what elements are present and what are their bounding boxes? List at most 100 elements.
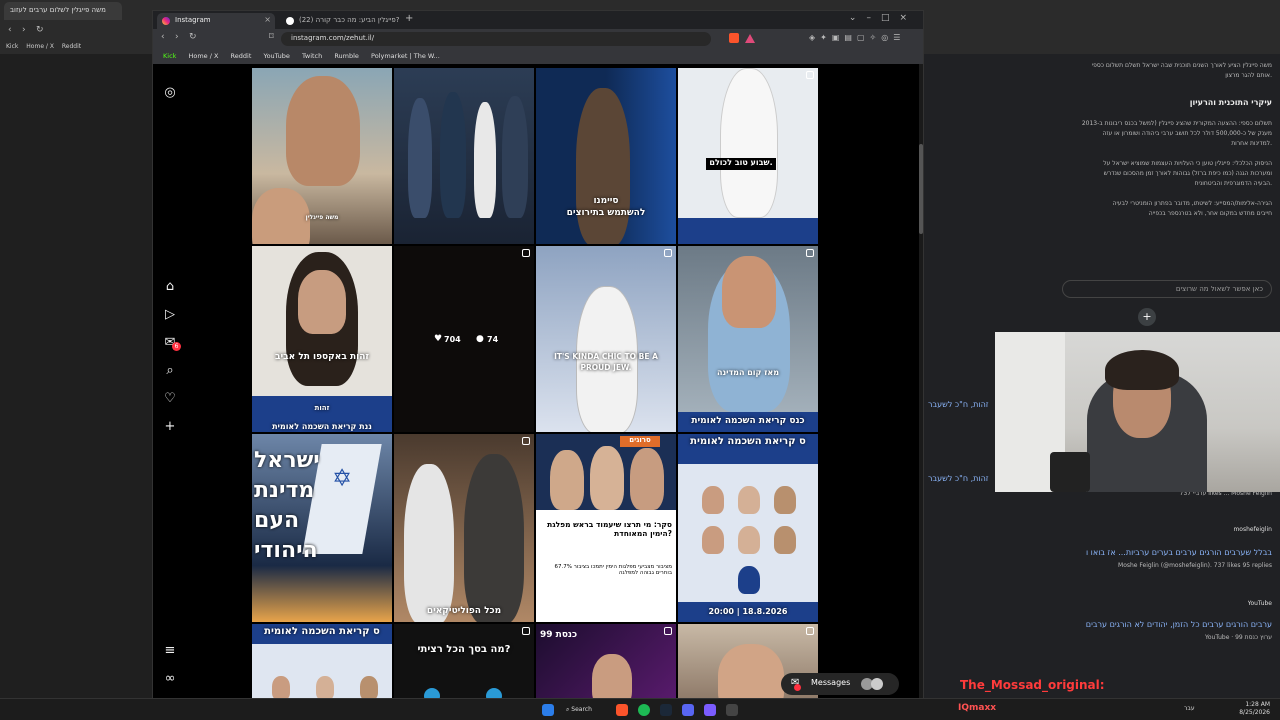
speaker-photo bbox=[702, 486, 724, 514]
reel-icon bbox=[664, 627, 672, 635]
new-tab-icon[interactable]: + bbox=[405, 13, 413, 24]
meta-icon[interactable]: ∞ bbox=[163, 672, 177, 686]
post-person bbox=[718, 644, 784, 698]
window-controls[interactable]: ⌄–□× bbox=[849, 13, 917, 23]
post-tile[interactable]: שבוע טוב לכולם. bbox=[677, 67, 819, 245]
post-tile[interactable]: מה בסך הכל רציתי? bbox=[393, 623, 535, 698]
speaker-photo bbox=[316, 676, 334, 698]
comments-count: 74 bbox=[487, 335, 499, 344]
post-caption: IT'S KINDA CHIC TO BE A bbox=[554, 352, 658, 361]
speaker-photo bbox=[774, 486, 796, 514]
tab-instagram[interactable]: Instagram × bbox=[157, 13, 275, 29]
bookmark-reddit[interactable]: Reddit bbox=[62, 43, 81, 50]
result-snippet: YouTube · ערוץ כנסת 99 bbox=[1204, 634, 1272, 641]
youtube-source: YouTube bbox=[1247, 600, 1272, 607]
post-person bbox=[550, 450, 584, 510]
spotify-taskbar-icon[interactable] bbox=[638, 704, 650, 716]
back-icon[interactable]: ‹ bbox=[8, 25, 12, 35]
panel-bullet: הניסוק הכלכלי: פייגלין טוען כי העלויות ה… bbox=[1103, 160, 1272, 167]
forward-icon[interactable]: › bbox=[22, 25, 26, 35]
post-tile[interactable] bbox=[393, 67, 535, 245]
post-caption: ס קריאת השכמה לאומית bbox=[690, 436, 806, 447]
post-tile[interactable]: IT'S KINDA CHIC TO BE A PROUD JEW. bbox=[535, 245, 677, 433]
desktop: משה פייגלין לשלום ערבים לעזוב ‹ › ↻ Kick… bbox=[0, 0, 1280, 720]
tab-second[interactable]: (22) פייגלין הביע: מה כבר קורה? | bbox=[281, 13, 401, 29]
post-tile[interactable]: סרוגים סקר: מי תרצו שיעמוד בראש מפלגת הי… bbox=[535, 433, 677, 623]
result-title[interactable]: זהות, ח"כ לשעבר bbox=[928, 474, 989, 483]
scrollbar[interactable] bbox=[919, 64, 923, 698]
steam-taskbar-icon[interactable] bbox=[660, 704, 672, 716]
brave-taskbar-icon[interactable] bbox=[616, 704, 628, 716]
bookmark-icon[interactable]: ⌑ bbox=[269, 32, 274, 42]
bookmark-kick[interactable]: Kick bbox=[163, 52, 176, 60]
post-tile[interactable]: סיימנו להשתמש בתירוצים bbox=[535, 67, 677, 245]
reload-icon[interactable]: ↻ bbox=[36, 25, 44, 35]
windows-start-icon[interactable] bbox=[542, 704, 554, 716]
post-person bbox=[404, 464, 454, 622]
post-tile[interactable]: כנסת 99 bbox=[535, 623, 677, 698]
language-indicator[interactable]: עבר bbox=[1184, 705, 1195, 712]
instagram-page: ◎ ⌂ ▷ ✉ 6 ⌕ ♡ + ≡ ∞ משה פייגלין סיימנו ל… bbox=[153, 64, 923, 698]
post-caption: 67.7% מציבור מצביעי מפלגות הימין יתמכו ב… bbox=[554, 564, 672, 576]
bookmark-polymarket[interactable]: Polymarket | The W... bbox=[371, 52, 440, 60]
post-tile[interactable]: זהות באקספו תל אביב זהות ננת קריאת השכמה… bbox=[251, 245, 393, 433]
post-tile[interactable]: ס קריאת השכמה לאומית 20:00 | 18.8.2026 bbox=[677, 433, 819, 623]
notification-badge: 6 bbox=[172, 342, 181, 351]
taskbar-search[interactable]: ⌕ Search bbox=[566, 703, 606, 717]
background-tab[interactable]: משה פייגלין לשלום ערבים לעזוב bbox=[4, 2, 122, 20]
plus-icon[interactable]: + bbox=[1138, 308, 1156, 326]
result-title[interactable]: זהות, ח"כ לשעבר bbox=[928, 400, 989, 409]
post-tile[interactable]: משה פייגלין bbox=[251, 67, 393, 245]
messages-label: Messages bbox=[811, 678, 851, 687]
create-icon[interactable]: + bbox=[163, 420, 177, 434]
bookmark-twitch[interactable]: Twitch bbox=[302, 52, 322, 60]
brave-shield-icon[interactable] bbox=[729, 33, 739, 43]
bookmark-x[interactable]: Home / X bbox=[188, 52, 218, 60]
clock[interactable]: 1:28 AM 8/25/2026 bbox=[1239, 701, 1270, 717]
search-icon[interactable]: ⌕ bbox=[163, 364, 177, 378]
post-tile-hovered[interactable]: ♥ 704 ● 74 bbox=[393, 245, 535, 433]
panel-bullet: הגירה-אלימות/המסייע: לשיטתו, מדובר בפתרו… bbox=[1112, 200, 1272, 207]
post-tile[interactable]: מכל הפוליטיקאים bbox=[393, 433, 535, 623]
post-tile[interactable]: ✡ ישראל מדינת העם היהודי bbox=[251, 433, 393, 623]
messages-button[interactable]: ✉ Messages bbox=[781, 673, 899, 695]
url-field[interactable]: instagram.com/zehut.il/ bbox=[281, 32, 711, 46]
likes-count: 704 bbox=[444, 335, 461, 344]
result-title[interactable]: בבלל שערבים הורגים ערבים בערים ערביות...… bbox=[1086, 548, 1272, 557]
scrollbar-thumb[interactable] bbox=[919, 144, 923, 234]
post-caption: ישראל bbox=[254, 448, 320, 473]
back-icon[interactable]: ‹ bbox=[161, 32, 165, 42]
extension-icons[interactable]: ◈✦▣▤▢✧◎☰ bbox=[809, 33, 905, 42]
forward-icon[interactable]: › bbox=[175, 32, 179, 42]
home-icon[interactable]: ⌂ bbox=[163, 280, 177, 294]
clock-date: 8/25/2026 bbox=[1239, 709, 1270, 716]
post-person bbox=[502, 96, 528, 218]
instagram-logo-icon[interactable]: ◎ bbox=[163, 86, 177, 100]
menu-icon[interactable]: ≡ bbox=[163, 644, 177, 658]
ask-input[interactable]: כאן אפשר לשאול מה שרוצים bbox=[1062, 280, 1272, 298]
discord-taskbar-icon[interactable] bbox=[682, 704, 694, 716]
brave-rewards-icon[interactable] bbox=[745, 34, 755, 43]
bookmark-reddit[interactable]: Reddit bbox=[231, 52, 252, 60]
reload-icon[interactable]: ↻ bbox=[189, 32, 197, 42]
overlay-user-label: IQmaxx bbox=[958, 703, 997, 713]
reels-icon[interactable]: ▷ bbox=[163, 308, 177, 322]
post-caption: שבוע טוב לכולם. bbox=[706, 158, 776, 170]
heart-icon[interactable]: ♡ bbox=[163, 392, 177, 406]
obs-taskbar-icon[interactable] bbox=[726, 704, 738, 716]
post-caption: PROUD JEW. bbox=[580, 363, 632, 372]
bookmark-x[interactable]: Home / X bbox=[26, 43, 54, 50]
app-taskbar-icon[interactable] bbox=[704, 704, 716, 716]
bookmark-youtube[interactable]: YouTube bbox=[263, 52, 289, 60]
result-title[interactable]: ערבים הורגים ערבים כל הזמן, יהודים לא הו… bbox=[1086, 620, 1272, 629]
close-tab-icon[interactable]: × bbox=[264, 15, 271, 24]
bookmark-kick[interactable]: Kick bbox=[6, 43, 18, 50]
bookmark-rumble[interactable]: Rumble bbox=[334, 52, 359, 60]
post-tile[interactable]: ס קריאת השכמה לאומית bbox=[251, 623, 393, 698]
post-person bbox=[592, 654, 632, 698]
tab-title: (22) פייגלין הביע: מה כבר קורה? | bbox=[299, 16, 401, 24]
post-graphic bbox=[486, 688, 502, 698]
post-tile[interactable]: מאז קום המדינה כנס קריאת השכמה לאומית bbox=[677, 245, 819, 433]
panel-bullet: למדינות אחרות. bbox=[1231, 140, 1272, 147]
messages-badge bbox=[794, 684, 801, 691]
